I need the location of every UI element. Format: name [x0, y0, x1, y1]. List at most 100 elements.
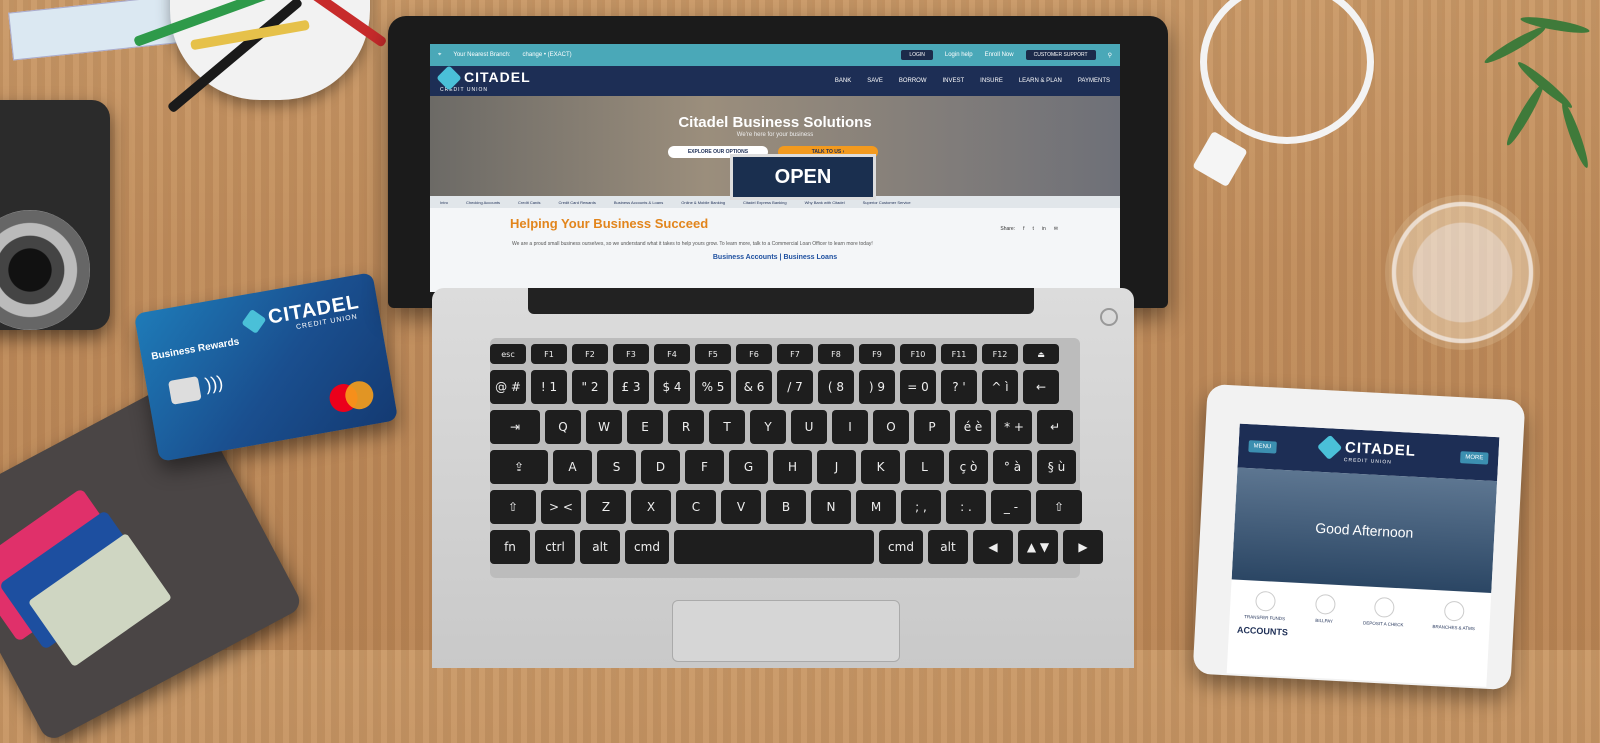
subnav-item[interactable]: Credit Cards	[518, 200, 540, 205]
more-button[interactable]: MORE	[1460, 451, 1489, 465]
keyboard-key[interactable]: & 6	[736, 370, 772, 404]
search-icon[interactable]: ⚲	[1108, 52, 1112, 59]
keyboard-key[interactable]: _ -	[991, 490, 1031, 524]
facebook-icon[interactable]: f	[1023, 226, 1024, 232]
login-button[interactable]: LOGIN	[901, 50, 933, 60]
transfer-funds-action[interactable]: TRANSFER FUNDS	[1244, 590, 1286, 621]
keyboard-key[interactable]: K	[861, 450, 900, 484]
keyboard-key[interactable]	[674, 530, 874, 564]
keyboard-key[interactable]: B	[766, 490, 806, 524]
nav-save[interactable]: SAVE	[867, 78, 883, 84]
enroll-link[interactable]: Enroll Now	[985, 52, 1014, 58]
keyboard-key[interactable]: F8	[818, 344, 854, 364]
keyboard-key[interactable]: W	[586, 410, 622, 444]
keyboard-key[interactable]: J	[817, 450, 856, 484]
keyboard-key[interactable]: I	[832, 410, 868, 444]
keyboard-key[interactable]: F5	[695, 344, 731, 364]
keyboard-key[interactable]: cmd	[879, 530, 923, 564]
keyboard-key[interactable]: N	[811, 490, 851, 524]
keyboard-key[interactable]: > <	[541, 490, 581, 524]
login-help-link[interactable]: Login help	[945, 52, 973, 58]
keyboard-key[interactable]: S	[597, 450, 636, 484]
subnav-item[interactable]: Intro	[440, 200, 448, 205]
keyboard-key[interactable]: Q	[545, 410, 581, 444]
keyboard-key[interactable]: cmd	[625, 530, 669, 564]
keyboard-key[interactable]: ⇧	[490, 490, 536, 524]
nav-bank[interactable]: BANK	[835, 78, 851, 84]
keyboard-key[interactable]: ⇥	[490, 410, 540, 444]
branch-change-link[interactable]: change • (EXACT)	[523, 52, 572, 58]
nav-insure[interactable]: INSURE	[980, 78, 1003, 84]
keyboard-key[interactable]: M	[856, 490, 896, 524]
keyboard-key[interactable]: F	[685, 450, 724, 484]
keyboard-key[interactable]: : .	[946, 490, 986, 524]
keyboard-key[interactable]: ▲ ▼	[1018, 530, 1058, 564]
keyboard-key[interactable]: O	[873, 410, 909, 444]
nav-learn-plan[interactable]: LEARN & PLAN	[1019, 78, 1062, 84]
keyboard-key[interactable]: F9	[859, 344, 895, 364]
keyboard-key[interactable]: H	[773, 450, 812, 484]
keyboard-key[interactable]: A	[553, 450, 592, 484]
keyboard-key[interactable]: ◀	[973, 530, 1013, 564]
keyboard-key[interactable]: ( 8	[818, 370, 854, 404]
twitter-icon[interactable]: t	[1033, 226, 1034, 232]
keyboard-key[interactable]: V	[721, 490, 761, 524]
keyboard-key[interactable]: / 7	[777, 370, 813, 404]
deposit-check-action[interactable]: DEPOSIT A CHECK	[1363, 596, 1405, 627]
linkedin-icon[interactable]: in	[1042, 226, 1046, 232]
keyboard-key[interactable]: F7	[777, 344, 813, 364]
keyboard-key[interactable]: alt	[580, 530, 620, 564]
keyboard-key[interactable]: F12	[982, 344, 1018, 364]
keyboard-key[interactable]: * +	[996, 410, 1032, 444]
keyboard-key[interactable]: ⇧	[1036, 490, 1082, 524]
keyboard-key[interactable]: ; ,	[901, 490, 941, 524]
keyboard-key[interactable]: alt	[928, 530, 968, 564]
keyboard-key[interactable]: ç ò	[949, 450, 988, 484]
subnav-item[interactable]: Citadel Express Banking	[743, 200, 787, 205]
keyboard-key[interactable]: $ 4	[654, 370, 690, 404]
keyboard-key[interactable]: R	[668, 410, 704, 444]
keyboard-key[interactable]: ) 9	[859, 370, 895, 404]
keyboard-key[interactable]: F2	[572, 344, 608, 364]
billpay-action[interactable]: BILLPAY	[1314, 593, 1336, 624]
customer-support-button[interactable]: CUSTOMER SUPPORT	[1025, 50, 1096, 60]
power-button-icon[interactable]	[1100, 308, 1118, 326]
keyboard-key[interactable]: ←	[1023, 370, 1059, 404]
nav-borrow[interactable]: BORROW	[899, 78, 927, 84]
keyboard-key[interactable]: fn	[490, 530, 530, 564]
keyboard-key[interactable]: ⏏	[1023, 344, 1059, 364]
keyboard-key[interactable]: F10	[900, 344, 936, 364]
keyboard-key[interactable]: £ 3	[613, 370, 649, 404]
keyboard-key[interactable]: ⇪	[490, 450, 548, 484]
keyboard-key[interactable]: E	[627, 410, 663, 444]
keyboard-key[interactable]: T	[709, 410, 745, 444]
keyboard-key[interactable]: ° à	[993, 450, 1032, 484]
keyboard-key[interactable]: = 0	[900, 370, 936, 404]
email-icon[interactable]: ✉	[1054, 226, 1058, 232]
keyboard-key[interactable]: ? '	[941, 370, 977, 404]
trackpad[interactable]	[672, 600, 900, 662]
keyboard-key[interactable]: Z	[586, 490, 626, 524]
keyboard-key[interactable]: F4	[654, 344, 690, 364]
keyboard-key[interactable]: P	[914, 410, 950, 444]
nav-payments[interactable]: PAYMENTS	[1078, 78, 1110, 84]
keyboard-key[interactable]: F11	[941, 344, 977, 364]
site-logo[interactable]: CITADEL CREDIT UNION	[436, 65, 531, 93]
nav-invest[interactable]: INVEST	[943, 78, 965, 84]
keyboard-key[interactable]: D	[641, 450, 680, 484]
business-accounts-link[interactable]: Business Accounts	[713, 254, 778, 261]
keyboard-key[interactable]: @ #	[490, 370, 526, 404]
keyboard-key[interactable]: ▶	[1063, 530, 1103, 564]
keyboard-key[interactable]: F3	[613, 344, 649, 364]
subnav-item[interactable]: Business Accounts & Loans	[614, 200, 663, 205]
keyboard-key[interactable]: C	[676, 490, 716, 524]
subnav-item[interactable]: Why Bank with Citadel	[805, 200, 845, 205]
keyboard-key[interactable]: ctrl	[535, 530, 575, 564]
keyboard-key[interactable]: % 5	[695, 370, 731, 404]
keyboard-key[interactable]: ↵	[1037, 410, 1073, 444]
keyboard-key[interactable]: F1	[531, 344, 567, 364]
keyboard-key[interactable]: L	[905, 450, 944, 484]
keyboard-key[interactable]: ^ ì	[982, 370, 1018, 404]
keyboard-key[interactable]: U	[791, 410, 827, 444]
subnav-item[interactable]: Online & Mobile Banking	[681, 200, 725, 205]
